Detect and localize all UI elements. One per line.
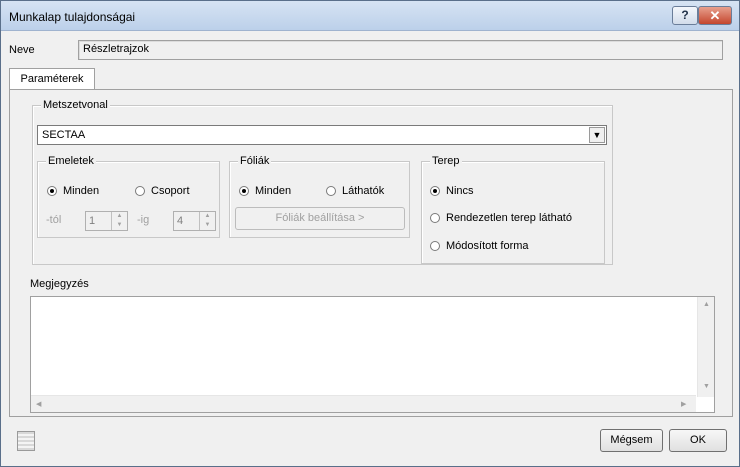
scroll-left-icon[interactable]: ◀ — [36, 400, 41, 408]
radio-selected-icon — [430, 186, 440, 196]
name-field[interactable]: Részletrajzok — [78, 40, 723, 60]
scroll-up-icon[interactable]: ▲ — [703, 301, 710, 308]
name-label: Neve — [9, 44, 35, 56]
floors-title: Emeletek — [46, 155, 96, 167]
layers-group: Fóliák Minden Láthatók Fóliák beállítása… — [229, 155, 410, 238]
from-floor-spinner[interactable]: 1 ▲ ▼ — [85, 211, 128, 231]
spinner-arrows-icon[interactable]: ▲ ▼ — [199, 212, 215, 230]
from-label: -tól — [46, 214, 62, 226]
radio-selected-icon — [239, 186, 249, 196]
terrain-title: Terep — [430, 155, 462, 167]
terrain-group: Terep Nincs Rendezetlen terep látható Mó… — [421, 155, 605, 264]
section-line-group: Metszetvonal SECTAA ▼ Emeletek Minden Cs… — [32, 99, 613, 265]
tab-page-parameters: Metszetvonal SECTAA ▼ Emeletek Minden Cs… — [9, 89, 733, 417]
to-label: -ig — [137, 214, 150, 226]
chevron-down-icon[interactable]: ▼ — [589, 127, 605, 143]
from-floor-value: 1 — [89, 215, 96, 227]
radio-unselected-icon — [135, 186, 145, 196]
note-label: Megjegyzés — [30, 278, 89, 290]
radio-unselected-icon — [326, 186, 336, 196]
section-line-select[interactable]: SECTAA ▼ — [37, 125, 607, 145]
radio-unselected-icon — [430, 213, 440, 223]
help-button[interactable]: ? — [672, 6, 698, 25]
vertical-scrollbar[interactable]: ▲ ▼ — [697, 297, 714, 397]
close-button[interactable]: ✕ — [698, 6, 732, 25]
section-line-title: Metszetvonal — [41, 99, 110, 111]
horizontal-scrollbar[interactable]: ◀ ▶ — [31, 395, 696, 412]
title-bar: Munkalap tulajdonságai ? ✕ — [1, 1, 739, 31]
to-floor-value: 4 — [177, 215, 184, 227]
window-title: Munkalap tulajdonságai — [9, 10, 136, 24]
scroll-right-icon[interactable]: ▶ — [681, 400, 686, 408]
cancel-button[interactable]: Mégsem — [600, 429, 663, 452]
ok-button[interactable]: OK — [669, 429, 727, 452]
section-line-value: SECTAA — [42, 129, 86, 141]
scroll-down-icon[interactable]: ▼ — [703, 383, 710, 390]
calculator-icon — [17, 431, 35, 451]
radio-unselected-icon — [430, 241, 440, 251]
layers-title: Fóliák — [238, 155, 272, 167]
tab-parameters[interactable]: Paraméterek — [9, 68, 95, 90]
properties-dialog: Munkalap tulajdonságai ? ✕ Neve Részletr… — [0, 0, 740, 467]
layer-settings-button[interactable]: Fóliák beállítása > — [235, 207, 405, 230]
to-floor-spinner[interactable]: 4 ▲ ▼ — [173, 211, 216, 231]
radio-selected-icon — [47, 186, 57, 196]
spinner-arrows-icon[interactable]: ▲ ▼ — [111, 212, 127, 230]
floors-group: Emeletek Minden Csoport -tól 1 ▲▼ -ig 4 — [37, 155, 220, 238]
note-textarea[interactable]: ▲ ▼ ◀ ▶ — [30, 296, 715, 413]
